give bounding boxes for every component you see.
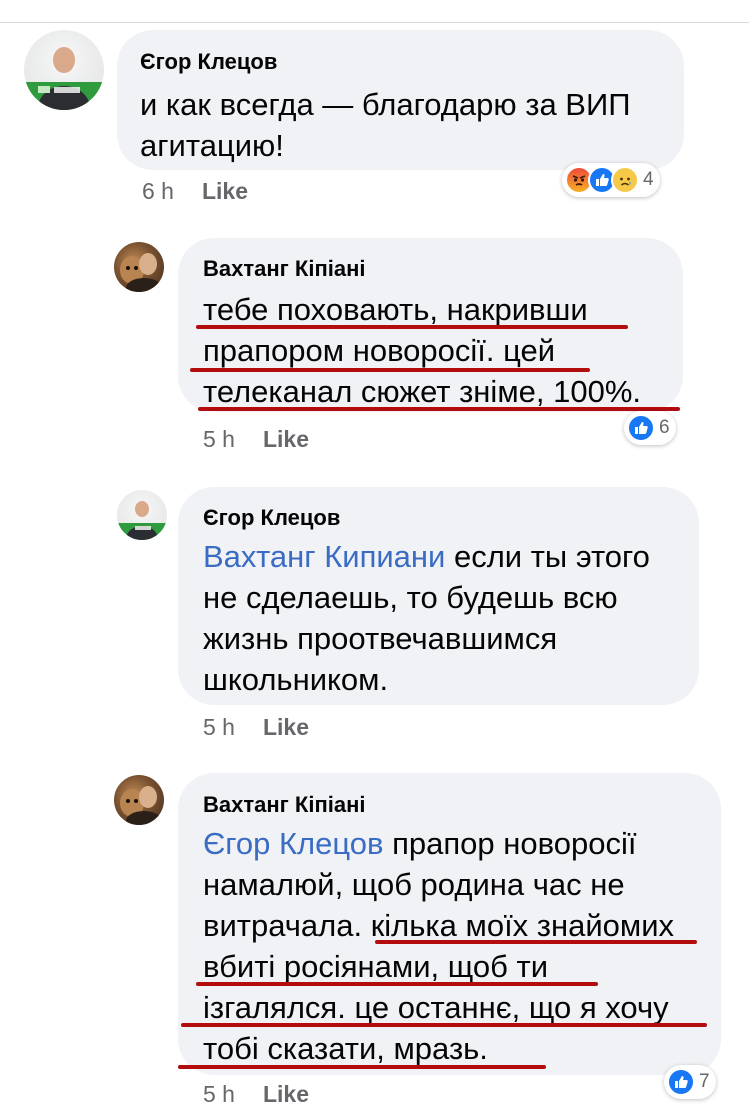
like-button[interactable]: Like bbox=[263, 714, 309, 740]
comment-meta: 5 h Like bbox=[203, 426, 309, 453]
comment-line: Вахтанг Кипиани если ты этого bbox=[203, 536, 650, 577]
underline-mark bbox=[190, 368, 590, 372]
mention-link[interactable]: Єгор Клецов bbox=[203, 826, 384, 861]
underline-mark bbox=[375, 940, 697, 944]
comment-line: телеканал сюжет зніме, 100%. bbox=[203, 374, 641, 409]
comment-text: и как всегда — благодарю за ВИП агитацию… bbox=[140, 84, 631, 166]
comment-meta: 5 h Like bbox=[203, 714, 309, 741]
avatar[interactable] bbox=[117, 490, 167, 540]
reaction-summary[interactable]: 7 bbox=[664, 1065, 716, 1099]
like-button[interactable]: Like bbox=[202, 178, 248, 204]
comment-line: тебе поховають, накривши bbox=[203, 292, 588, 327]
timestamp[interactable]: 5 h bbox=[203, 426, 235, 453]
comment-line: школьником. bbox=[203, 662, 389, 697]
profile-photo-icon bbox=[24, 47, 104, 110]
comment-meta: 5 h Like bbox=[203, 1081, 309, 1108]
comment-line: не сделаешь, то будешь всю bbox=[203, 580, 618, 615]
mention-link[interactable]: Вахтанг Кипиани bbox=[203, 539, 445, 574]
like-icon bbox=[667, 1068, 695, 1096]
underline-mark bbox=[196, 325, 628, 329]
underline-mark bbox=[196, 982, 598, 986]
comment-line: намалюй, щоб родина час не bbox=[203, 867, 625, 902]
reaction-summary[interactable]: 4 bbox=[562, 163, 660, 197]
timestamp[interactable]: 6 h bbox=[142, 178, 174, 205]
reaction-count: 4 bbox=[643, 169, 654, 190]
comment-line: ізгалялся. це останнє, що я хочу bbox=[203, 990, 669, 1025]
comment-line-rest: прапор новоросії bbox=[383, 826, 637, 861]
reaction-summary[interactable]: 6 bbox=[624, 411, 676, 445]
comment-line: жизнь проотвечавшимся bbox=[203, 621, 558, 656]
divider bbox=[0, 22, 749, 23]
underline-mark bbox=[181, 1023, 707, 1027]
comment-text: тебе поховають, накривши прапором новоро… bbox=[203, 289, 641, 412]
avatar[interactable] bbox=[114, 242, 164, 292]
comment-author[interactable]: Єгор Клецов bbox=[203, 505, 340, 531]
avatar[interactable] bbox=[24, 30, 104, 110]
comment-line-rest: если ты этого bbox=[445, 539, 650, 574]
comment-line: прапором новоросії. цей bbox=[203, 333, 556, 368]
underline-mark bbox=[178, 1065, 546, 1069]
comment-line: вбиті росіянами, щоб ти bbox=[203, 949, 549, 984]
comment-text: Вахтанг Кипиани если ты этого не сделаеш… bbox=[203, 536, 650, 700]
profile-photo-icon bbox=[117, 501, 167, 540]
comment-meta: 6 h Like bbox=[142, 178, 248, 205]
sad-icon bbox=[611, 166, 639, 194]
comment-line: агитацию! bbox=[140, 128, 284, 163]
profile-photo-icon bbox=[120, 253, 162, 292]
comment-line: и как всегда — благодарю за ВИП bbox=[140, 87, 631, 122]
comment-line: тобі сказати, мразь. bbox=[203, 1031, 488, 1066]
timestamp[interactable]: 5 h bbox=[203, 714, 235, 741]
profile-photo-icon bbox=[120, 786, 162, 825]
reaction-count: 6 bbox=[659, 417, 670, 438]
like-icon bbox=[627, 414, 655, 442]
underline-mark bbox=[198, 407, 680, 411]
comment-line: Єгор Клецов прапор новоросії bbox=[203, 823, 674, 864]
comment-author[interactable]: Єгор Клецов bbox=[140, 49, 277, 75]
timestamp[interactable]: 5 h bbox=[203, 1081, 235, 1108]
reaction-count: 7 bbox=[699, 1071, 710, 1092]
comment-author[interactable]: Вахтанг Кіпіані bbox=[203, 256, 366, 282]
comment-author[interactable]: Вахтанг Кіпіані bbox=[203, 792, 366, 818]
like-button[interactable]: Like bbox=[263, 1081, 309, 1107]
comment-text: Єгор Клецов прапор новоросії намалюй, що… bbox=[203, 823, 674, 1069]
like-button[interactable]: Like bbox=[263, 426, 309, 452]
avatar[interactable] bbox=[114, 775, 164, 825]
